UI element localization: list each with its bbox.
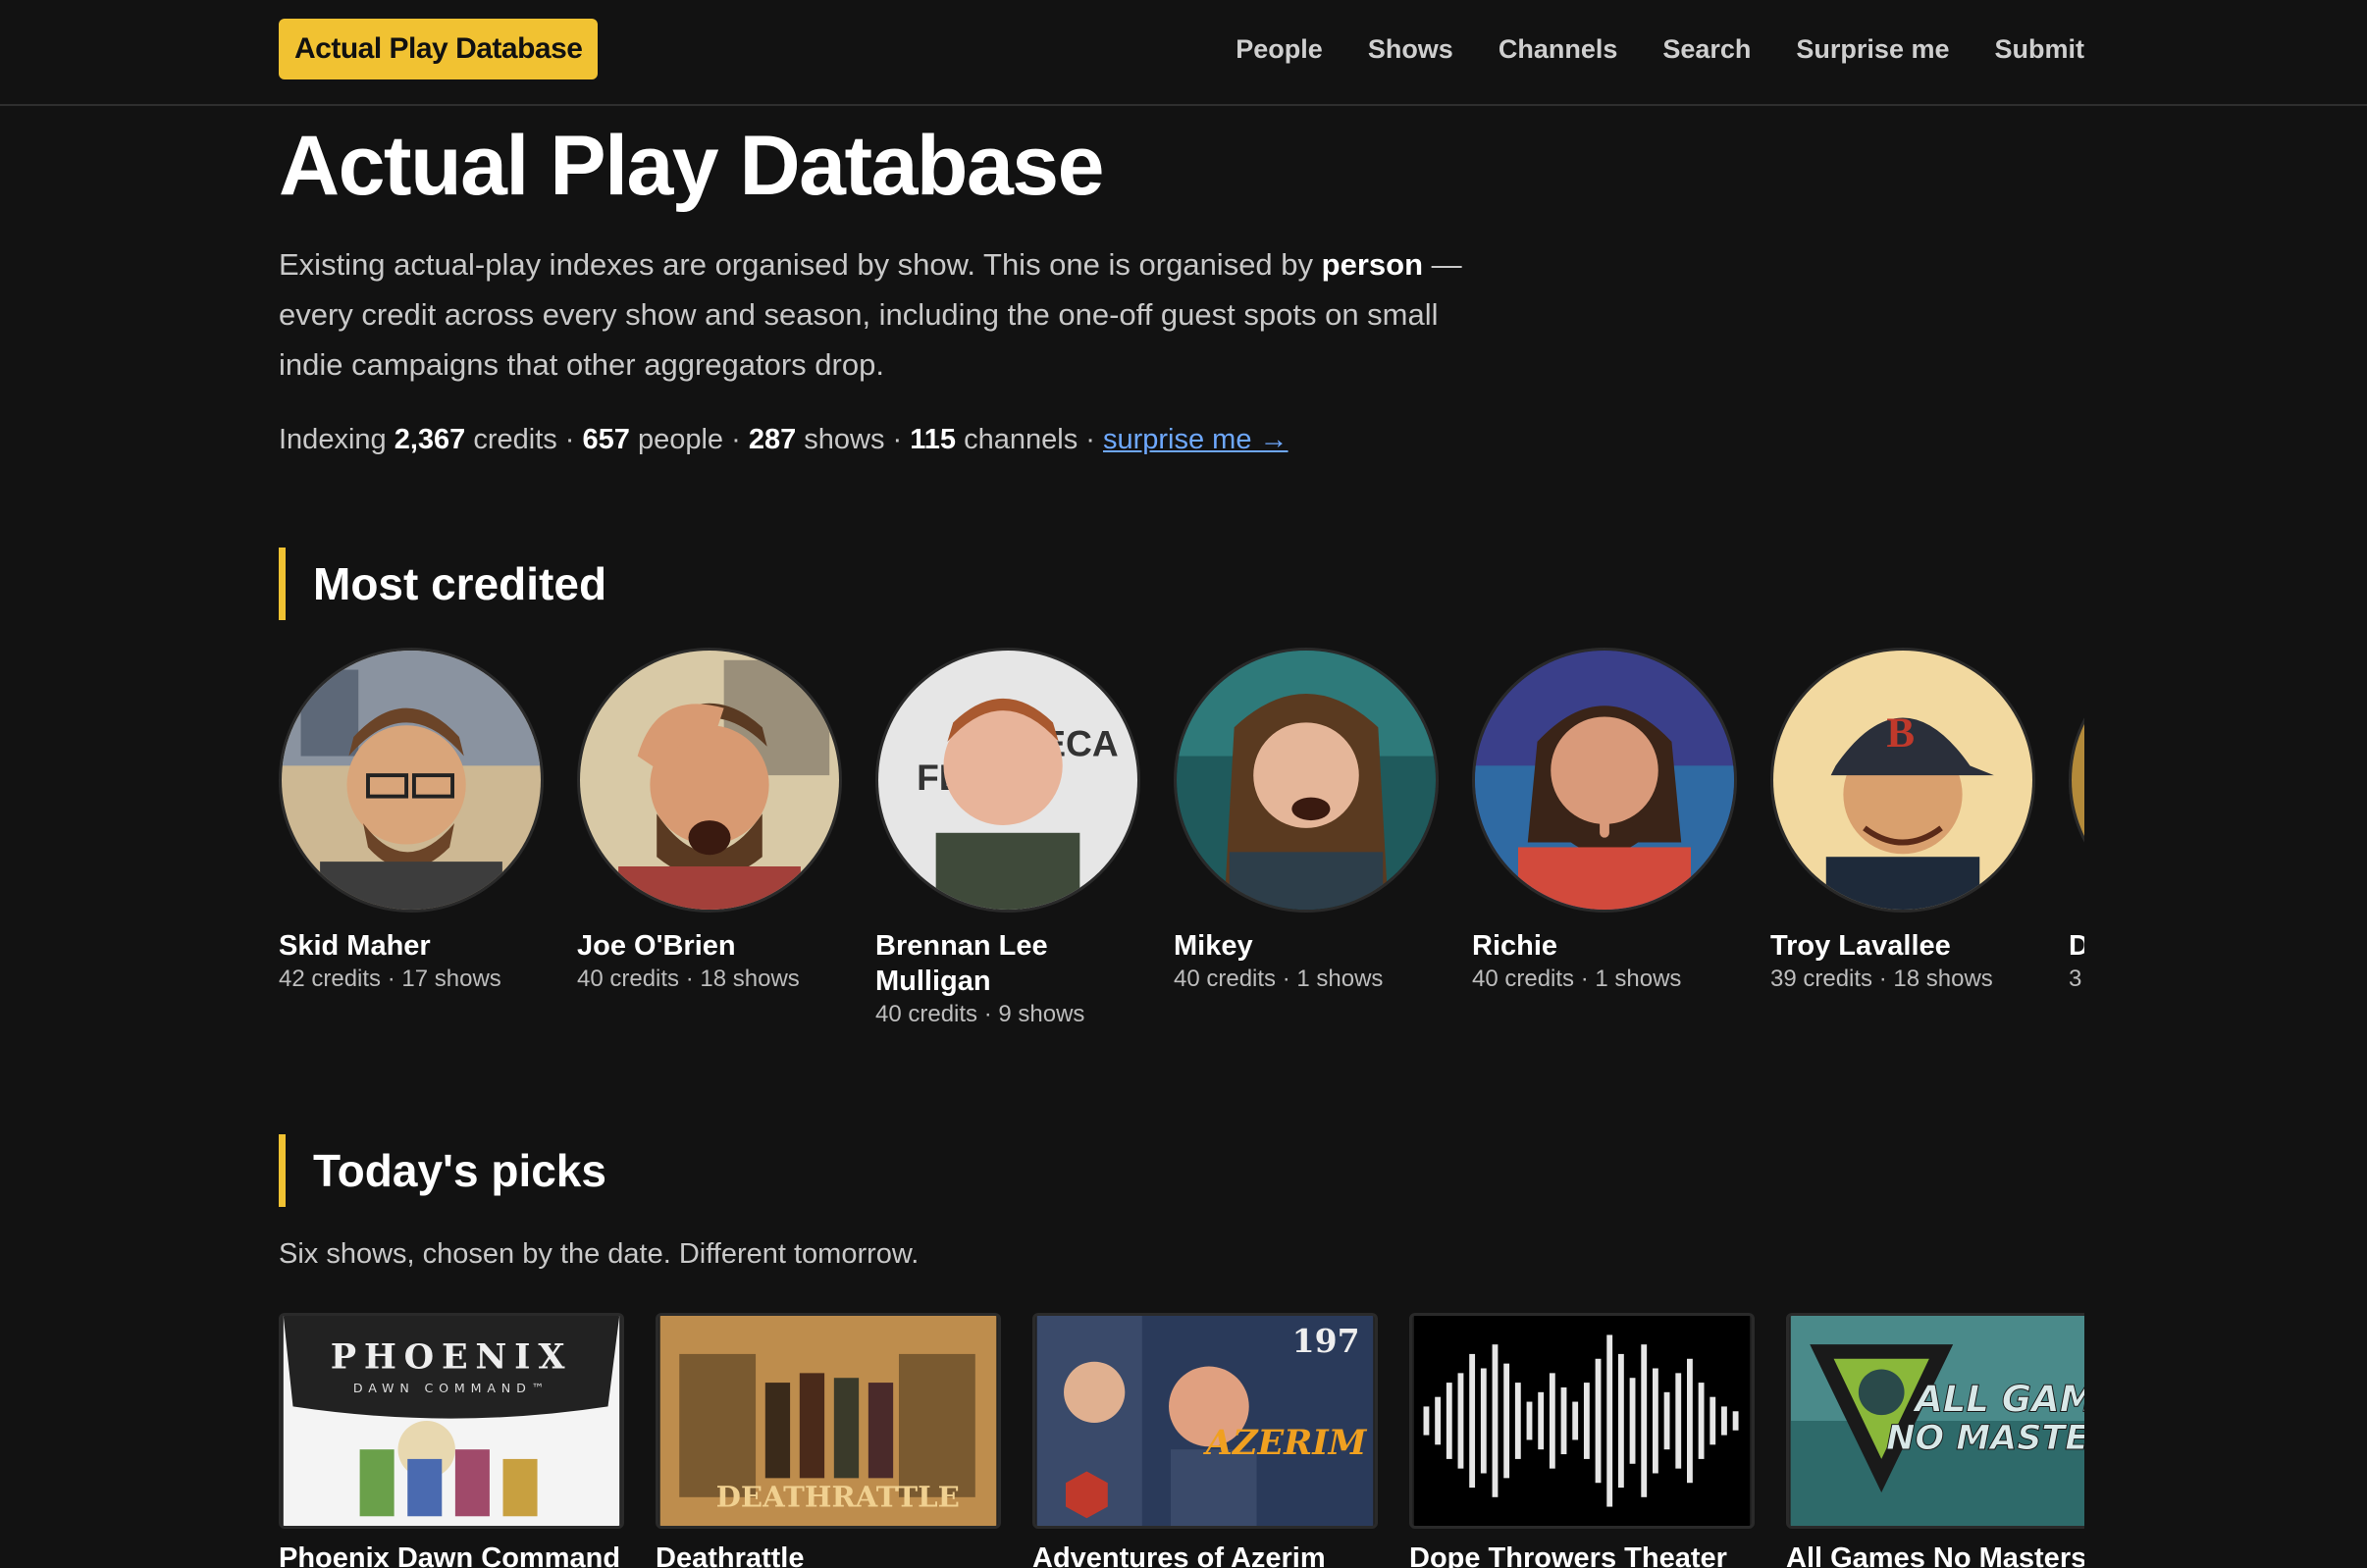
nav-search-link[interactable]: Search [1662,34,1751,65]
thumb-subtitle: NO MASTERS [1886,1419,2084,1458]
todays-picks-subtitle: Six shows, chosen by the date. Different… [279,1238,920,1270]
person-card[interactable]: Skid Maher 42 credits · 17 shows [279,648,553,993]
show-thumbnail[interactable]: PHOENIX DAWN COMMAND™ [279,1313,624,1529]
brand-logo-button[interactable]: Actual Play Database [279,19,599,79]
stats-credits-label: credits · [465,424,583,455]
person-avatar[interactable]: ECAFE AL. [875,648,1140,913]
show-thumbnail[interactable]: 197 AZERIM [1032,1313,1378,1529]
most-credited-list: Skid Maher 42 credits · 17 shows Joe O'B… [279,648,2084,1060]
person-meta: 3 [2069,966,2082,992]
nav-shows-link[interactable]: Shows [1368,34,1453,65]
main-nav: People Shows Channels Search Surprise me… [1236,0,2084,98]
intro-paragraph: Existing actual-play indexes are organis… [279,239,1496,390]
show-title: Phoenix Dawn Command [279,1542,621,1568]
thumb-number: 197 [1292,1322,1360,1360]
todays-picks-heading: Today's picks [279,1134,606,1207]
person-name: Troy Lavallee [1770,930,1951,962]
person-meta: 40 credits · 9 shows [875,1001,1085,1027]
nav-submit-link[interactable]: Submit [1995,34,2085,65]
nav-surprise-link[interactable]: Surprise me [1796,34,1949,65]
person-meta: 40 credits · 18 shows [577,966,800,992]
show-thumbnail[interactable]: DEATHRATTLE [656,1313,1001,1529]
show-title: All Games No Masters [1786,1542,2084,1568]
thumb-subtitle: DAWN COMMAND™ [353,1381,550,1395]
show-title: Dope Throwers Theater [1409,1542,1727,1568]
show-card[interactable]: ALL GAMESNO MASTERS All Games No Masters [1786,1313,2084,1568]
nav-channels-link[interactable]: Channels [1499,34,1618,65]
person-name: D [2069,930,2084,962]
intro-emphasis: person [1321,247,1424,282]
person-name: Joe O'Brien [577,930,736,962]
most-credited-heading: Most credited [279,548,606,620]
person-card[interactable]: D 3 [2069,648,2084,993]
person-name: Brennan Lee Mulligan [875,930,1048,997]
todays-picks-list: PHOENIX DAWN COMMAND™ Phoenix Dawn Comman… [279,1313,2084,1568]
person-avatar[interactable] [577,648,842,913]
person-meta: 40 credits · 1 shows [1174,966,1384,992]
show-card[interactable]: PHOENIX DAWN COMMAND™ Phoenix Dawn Comman… [279,1313,624,1568]
stats-credits-count: 2,367 [394,424,466,455]
person-meta: 40 credits · 1 shows [1472,966,1682,992]
thumb-title: DEATHRATTLE [716,1481,960,1514]
person-card[interactable]: Mikey 40 credits · 1 shows [1174,648,1448,993]
nav-people-link[interactable]: People [1236,34,1323,65]
page-title: Actual Play Database [279,119,1104,213]
stats-shows-label: shows · [796,424,911,455]
surprise-me-link[interactable]: surprise me → [1103,424,1289,455]
person-card[interactable]: Richie 40 credits · 1 shows [1472,648,1747,993]
person-card[interactable]: ECAFE AL. Brennan Lee Mulligan 40 credit… [875,648,1150,1028]
stats-channels-label: channels · [956,424,1103,455]
person-meta: 39 credits · 18 shows [1770,966,1993,992]
stats-channels-count: 115 [910,424,957,455]
stats-people-count: 657 [582,424,630,455]
person-name: Skid Maher [279,930,431,962]
intro-text-start: Existing actual-play indexes are organis… [279,247,1322,282]
stats-shows-count: 287 [748,424,797,455]
thumb-title: AZERIM [1203,1423,1368,1463]
person-avatar[interactable] [1174,648,1439,913]
thumb-title: PHOENIX [331,1337,573,1378]
stats-people-label: people · [629,424,749,455]
show-thumbnail[interactable] [1409,1313,1755,1529]
show-card[interactable]: DEATHRATTLE Deathrattle [656,1313,1001,1568]
person-avatar[interactable]: B [1770,648,2035,913]
thumb-title: ALL GAMES [1912,1378,2084,1420]
svg-text:B: B [1886,710,1915,757]
person-avatar[interactable] [2069,648,2084,913]
show-title: Adventures of Azerim [1032,1542,1326,1568]
person-avatar[interactable] [279,648,544,913]
top-navigation-bar: Actual Play Database People Shows Channe… [0,0,2367,106]
index-stats: Indexing 2,367 credits · 657 people · 28… [279,424,1289,456]
show-card[interactable]: 197 AZERIM Adventures of Azerim [1032,1313,1378,1568]
person-card[interactable]: B Troy Lavallee 39 credits · 18 shows [1770,648,2045,993]
stats-prefix: Indexing [279,424,394,455]
person-name: Richie [1472,930,1558,962]
show-card[interactable]: Dope Throwers Theater [1409,1313,1755,1568]
show-title: Deathrattle [656,1542,805,1568]
person-meta: 42 credits · 17 shows [279,966,501,992]
person-name: Mikey [1174,930,1253,962]
show-thumbnail[interactable]: ALL GAMESNO MASTERS [1786,1313,2084,1529]
person-card[interactable]: Joe O'Brien 40 credits · 18 shows [577,648,852,993]
person-avatar[interactable] [1472,648,1737,913]
